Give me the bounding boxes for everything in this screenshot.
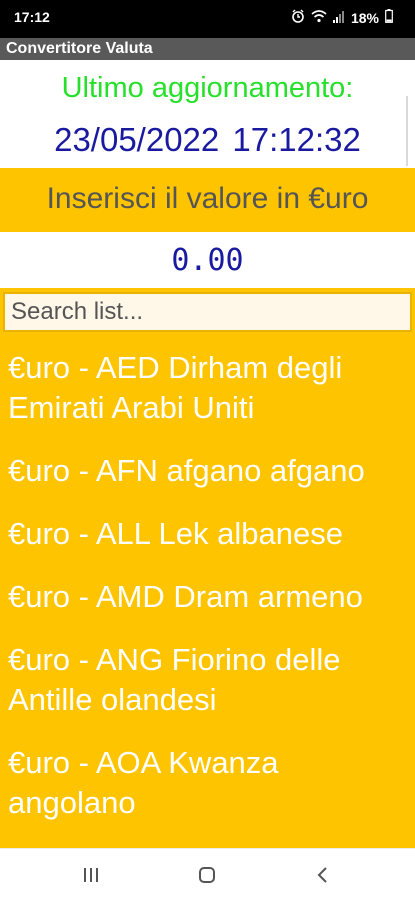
search-input[interactable] [3, 292, 412, 332]
amount-prompt: Inserisci il valore in €uro [46, 182, 369, 215]
currency-item[interactable]: €uro - AOA Kwanza angolano [0, 743, 415, 823]
currency-item[interactable]: €uro - AFN afgano afgano [0, 451, 415, 491]
last-update-value: 23/05/2022 17:12:32 [54, 121, 361, 158]
back-icon[interactable] [308, 863, 338, 887]
app-title: Convertitore Valuta [6, 40, 153, 57]
amount-prompt-band: Inserisci il valore in €uro [0, 168, 415, 232]
status-time: 17:12 [14, 9, 50, 25]
recents-icon[interactable] [76, 863, 106, 887]
status-icons: 18% [291, 9, 393, 26]
currency-item[interactable]: €uro - ALL Lek albanese [0, 514, 415, 554]
currency-item[interactable]: €uro - AED Dirham degli Emirati Arabi Un… [0, 348, 415, 428]
alarm-icon [291, 9, 305, 26]
app-title-bar: Convertitore Valuta [0, 38, 415, 60]
currency-list-area: €uro - AED Dirham degli Emirati Arabi Un… [0, 288, 415, 848]
currency-item[interactable]: €uro - AMD Dram armeno [0, 577, 415, 617]
phone-screen: 17:12 18% Convertitore Valuta Ultimo agg… [0, 0, 415, 900]
signal-icon [332, 10, 345, 26]
currency-list: €uro - AED Dirham degli Emirati Arabi Un… [0, 348, 415, 846]
battery-percentage: 18% [350, 9, 379, 26]
status-bar: 17:12 18% [0, 0, 415, 38]
last-update-label: Ultimo aggiornamento: [61, 72, 354, 104]
battery-icon [385, 9, 393, 26]
home-icon[interactable] [192, 863, 222, 887]
euro-amount-input[interactable] [0, 232, 415, 288]
navigation-bar [0, 848, 415, 900]
wifi-icon [311, 9, 327, 26]
currency-item[interactable]: €uro - ANG Fiorino delle Antille olandes… [0, 640, 415, 720]
